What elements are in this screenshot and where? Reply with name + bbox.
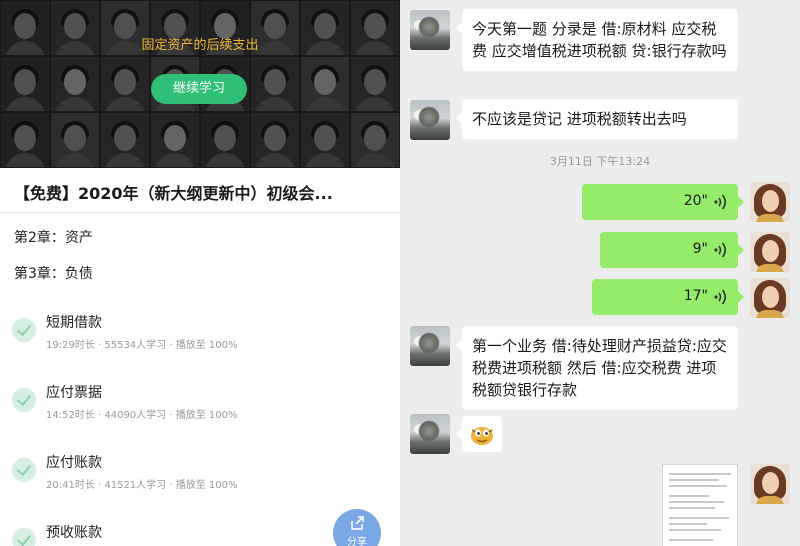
lesson-meta: 14:52时长 · 44090人学习 · 播放至 100% bbox=[46, 410, 238, 421]
document-image-message[interactable] bbox=[662, 464, 738, 546]
incoming-message[interactable]: 不应该是贷记 进项税额转出去吗 bbox=[456, 99, 738, 139]
chapter-item[interactable]: 第3章：负债 bbox=[14, 263, 93, 283]
lesson-item[interactable]: 应付票据 14:52时长 · 44090人学习 · 播放至 100% bbox=[12, 382, 392, 432]
lesson-name: 预收账款 bbox=[46, 525, 102, 541]
voice-wave-icon bbox=[714, 194, 727, 210]
voice-message[interactable]: 17" bbox=[592, 279, 744, 315]
lesson-item[interactable]: 应付账款 20:41时长 · 41521人学习 · 播放至 100% bbox=[12, 452, 392, 502]
share-label: 分享 bbox=[347, 537, 367, 546]
chapter-item[interactable]: 第2章：资产 bbox=[14, 227, 93, 247]
self-avatar[interactable] bbox=[750, 278, 790, 318]
course-panel: 固定资产的后续支出 继续学习 【免费】2020年（新大纲更新中）初级会... 第… bbox=[0, 0, 400, 546]
chat-panel: 今天第一题 分录是 借:原材料 应交税费 应交增值税进项税额 贷:银行存款吗 不… bbox=[400, 0, 800, 546]
incoming-message[interactable]: 今天第一题 分录是 借:原材料 应交税费 应交增值税进项税额 贷:银行存款吗 bbox=[456, 9, 738, 71]
lesson-name: 应付票据 bbox=[46, 385, 102, 401]
share-button[interactable]: 分享 bbox=[333, 509, 381, 546]
lesson-name: 短期借款 bbox=[46, 315, 102, 331]
voice-wave-icon bbox=[714, 242, 727, 258]
incoming-message[interactable]: 第一个业务 借:待处理财产损益贷:应交税费进项税额 然后 借:应交税费 进项税额… bbox=[456, 326, 738, 410]
completed-check-icon bbox=[12, 318, 36, 342]
voice-wave-icon bbox=[714, 289, 727, 305]
lesson-item[interactable]: 短期借款 19:29时长 · 55534人学习 · 播放至 100% bbox=[12, 312, 392, 362]
lesson-name: 应付账款 bbox=[46, 455, 102, 471]
voice-message[interactable]: 9" bbox=[600, 232, 744, 268]
current-lesson-title: 固定资产的后续支出 bbox=[141, 38, 259, 53]
voice-duration: 9" bbox=[692, 241, 708, 257]
voice-duration: 20" bbox=[683, 193, 708, 209]
continue-learning-button[interactable]: 继续学习 bbox=[151, 74, 247, 104]
emoji-sticker-icon bbox=[471, 427, 493, 445]
contact-avatar[interactable] bbox=[410, 326, 450, 366]
self-avatar[interactable] bbox=[750, 182, 790, 222]
contact-avatar[interactable] bbox=[410, 100, 450, 140]
contact-avatar[interactable] bbox=[410, 10, 450, 50]
completed-check-icon bbox=[12, 388, 36, 412]
message-timestamp: 3月11日 下午13:24 bbox=[549, 155, 651, 168]
completed-check-icon bbox=[12, 528, 36, 546]
voice-message[interactable]: 20" bbox=[582, 184, 744, 220]
lesson-meta: 19:29时长 · 55534人学习 · 播放至 100% bbox=[46, 340, 238, 351]
completed-check-icon bbox=[12, 458, 36, 482]
course-title: 【免费】2020年（新大纲更新中）初级会... bbox=[14, 184, 333, 203]
course-banner: 固定资产的后续支出 继续学习 bbox=[0, 0, 400, 168]
share-icon bbox=[351, 516, 364, 530]
sticker-message[interactable] bbox=[456, 416, 502, 452]
voice-duration: 17" bbox=[683, 288, 708, 304]
contact-avatar[interactable] bbox=[410, 414, 450, 454]
self-avatar[interactable] bbox=[750, 232, 790, 272]
divider bbox=[0, 212, 400, 213]
lesson-meta: 20:41时长 · 41521人学习 · 播放至 100% bbox=[46, 480, 238, 491]
self-avatar[interactable] bbox=[750, 464, 790, 504]
